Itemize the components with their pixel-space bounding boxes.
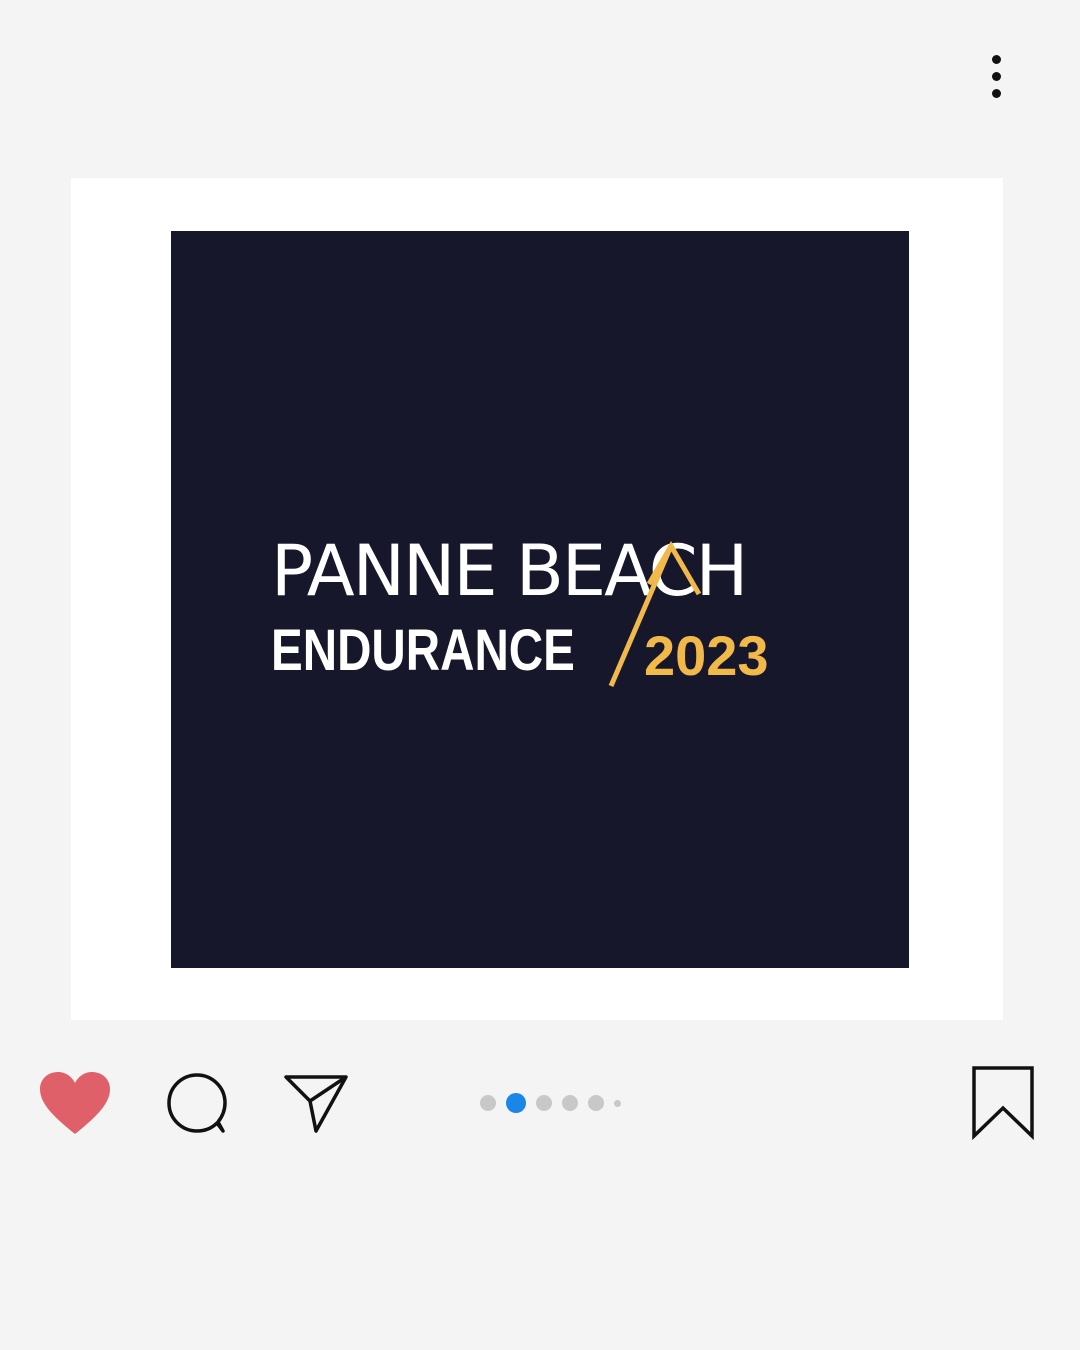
comment-button[interactable] [165, 1070, 231, 1136]
post-image[interactable]: PANNE BEACH ENDURANCE 2023 [171, 231, 909, 968]
comment-icon [167, 1073, 227, 1133]
pagination-dot[interactable] [588, 1095, 604, 1111]
more-options-button[interactable] [972, 46, 1020, 106]
like-button[interactable] [38, 1070, 112, 1136]
share-button[interactable] [283, 1072, 349, 1134]
carousel-pagination [480, 1093, 621, 1113]
send-icon [284, 1075, 348, 1133]
heart-icon [40, 1072, 110, 1134]
more-vertical-icon-dot [991, 71, 1001, 81]
pagination-dot[interactable] [480, 1095, 496, 1111]
pagination-dot-active[interactable] [506, 1093, 526, 1113]
post-frame: PANNE BEACH ENDURANCE 2023 [71, 178, 1003, 1020]
pagination-dot[interactable] [562, 1095, 578, 1111]
pagination-dot[interactable] [536, 1095, 552, 1111]
more-vertical-icon [991, 54, 1001, 64]
post-action-bar [0, 1060, 1080, 1150]
bookmark-icon [972, 1066, 1034, 1141]
pagination-dot[interactable] [614, 1099, 621, 1107]
save-button[interactable] [970, 1064, 1036, 1141]
event-logo: PANNE BEACH ENDURANCE 2023 [271, 536, 811, 691]
more-vertical-icon-dot [991, 88, 1001, 98]
logo-year: 2023 [644, 624, 769, 687]
